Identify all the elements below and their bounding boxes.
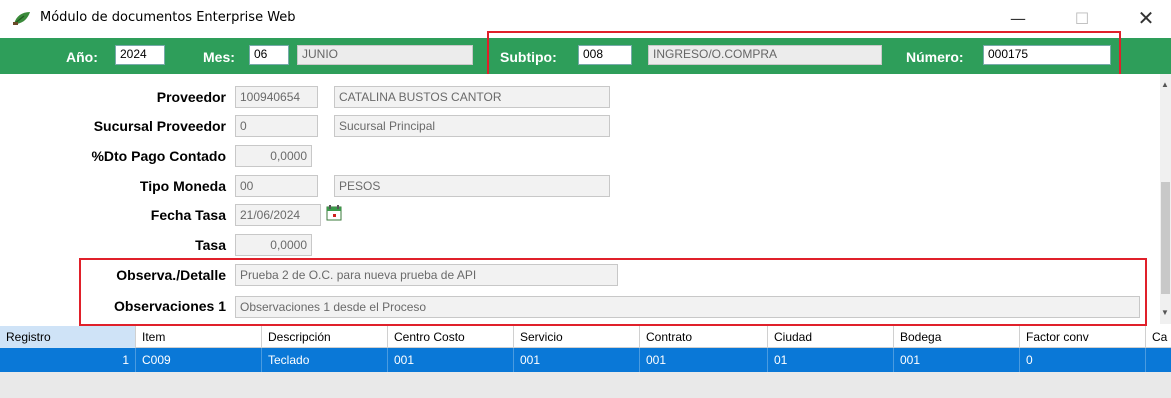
maximize-icon[interactable]: ☐ [1062,4,1102,32]
table-row[interactable]: 1 C009 Teclado 001 001 001 01 001 0 [0,348,1171,372]
anio-input[interactable]: 2024 [115,45,165,65]
cell-ciudad: 01 [768,348,894,372]
mes-label: Mes: [203,49,235,65]
observaciones1-label: Observaciones 1 [113,298,226,314]
proveedor-name-field: CATALINA BUSTOS CANTOR [334,86,610,108]
observa-field[interactable]: Prueba 2 de O.C. para nueva prueba de AP… [235,264,618,286]
numero-input[interactable]: 000175 [983,45,1111,65]
document-header: Año: 2024 Mes: 06 JUNIO Subtipo: 008 ING… [0,38,1171,74]
scroll-up-icon[interactable]: ▲ [1161,80,1169,89]
anio-label: Año: [66,49,98,65]
observa-label: Observa./Detalle [116,267,226,283]
cell-contrato: 001 [640,348,768,372]
tasa-label: Tasa [195,237,226,253]
cell-servicio: 001 [514,348,640,372]
mes-name-field: JUNIO [297,45,473,65]
moneda-code-field[interactable]: 00 [235,175,318,197]
proveedor-code-field[interactable]: 100940654 [235,86,318,108]
form-scrollbar[interactable]: ▲ ▼ [1160,74,1171,324]
cell-centro-costo: 001 [388,348,514,372]
cell-descripcion: Teclado [262,348,388,372]
cell-registro: 1 [0,348,136,372]
col-contrato[interactable]: Contrato [640,326,768,348]
col-factor-conv[interactable]: Factor conv [1020,326,1146,348]
col-centro-costo[interactable]: Centro Costo [388,326,514,348]
subtipo-input[interactable]: 008 [578,45,632,65]
col-registro[interactable]: Registro [0,326,136,348]
dto-label: %Dto Pago Contado [91,148,226,164]
form-area: Proveedor 100940654 CATALINA BUSTOS CANT… [0,74,1160,324]
col-servicio[interactable]: Servicio [514,326,640,348]
proveedor-label: Proveedor [156,89,226,105]
subtipo-label: Subtipo: [500,49,557,65]
cell-item: C009 [136,348,262,372]
title-bar: Módulo de documentos Enterprise Web — ☐ … [0,0,1171,36]
minimize-icon[interactable]: — [998,4,1038,32]
items-grid: Registro Item Descripción Centro Costo S… [0,326,1171,398]
col-descripcion[interactable]: Descripción [262,326,388,348]
sucursal-name-field: Sucursal Principal [334,115,610,137]
cell-bodega: 001 [894,348,1020,372]
scroll-down-icon[interactable]: ▼ [1161,308,1169,317]
window-title: Módulo de documentos Enterprise Web [40,10,296,25]
app-leaf-icon [13,12,30,25]
col-item[interactable]: Item [136,326,262,348]
col-ca[interactable]: Ca [1146,326,1171,348]
scroll-thumb[interactable] [1161,182,1170,294]
calendar-icon[interactable] [326,205,342,221]
col-bodega[interactable]: Bodega [894,326,1020,348]
sucursal-code-field[interactable]: 0 [235,115,318,137]
mes-input[interactable]: 06 [249,45,289,65]
grid-header: Registro Item Descripción Centro Costo S… [0,326,1171,348]
tasa-field[interactable]: 0,0000 [235,234,312,256]
moneda-name-field: PESOS [334,175,610,197]
cell-factor-conv: 0 [1020,348,1146,372]
moneda-label: Tipo Moneda [139,178,226,194]
dto-field[interactable]: 0,0000 [235,145,312,167]
sucursal-label: Sucursal Proveedor [93,118,226,134]
numero-label: Número: [906,49,964,65]
fecha-tasa-label: Fecha Tasa [150,207,226,223]
subtipo-name-field: INGRESO/O.COMPRA [648,45,882,65]
observaciones1-field[interactable]: Observaciones 1 desde el Proceso [235,296,1140,318]
close-icon[interactable]: ✕ [1126,4,1166,32]
fecha-tasa-field[interactable]: 21/06/2024 [235,204,321,226]
cell-ca [1146,348,1171,372]
col-ciudad[interactable]: Ciudad [768,326,894,348]
